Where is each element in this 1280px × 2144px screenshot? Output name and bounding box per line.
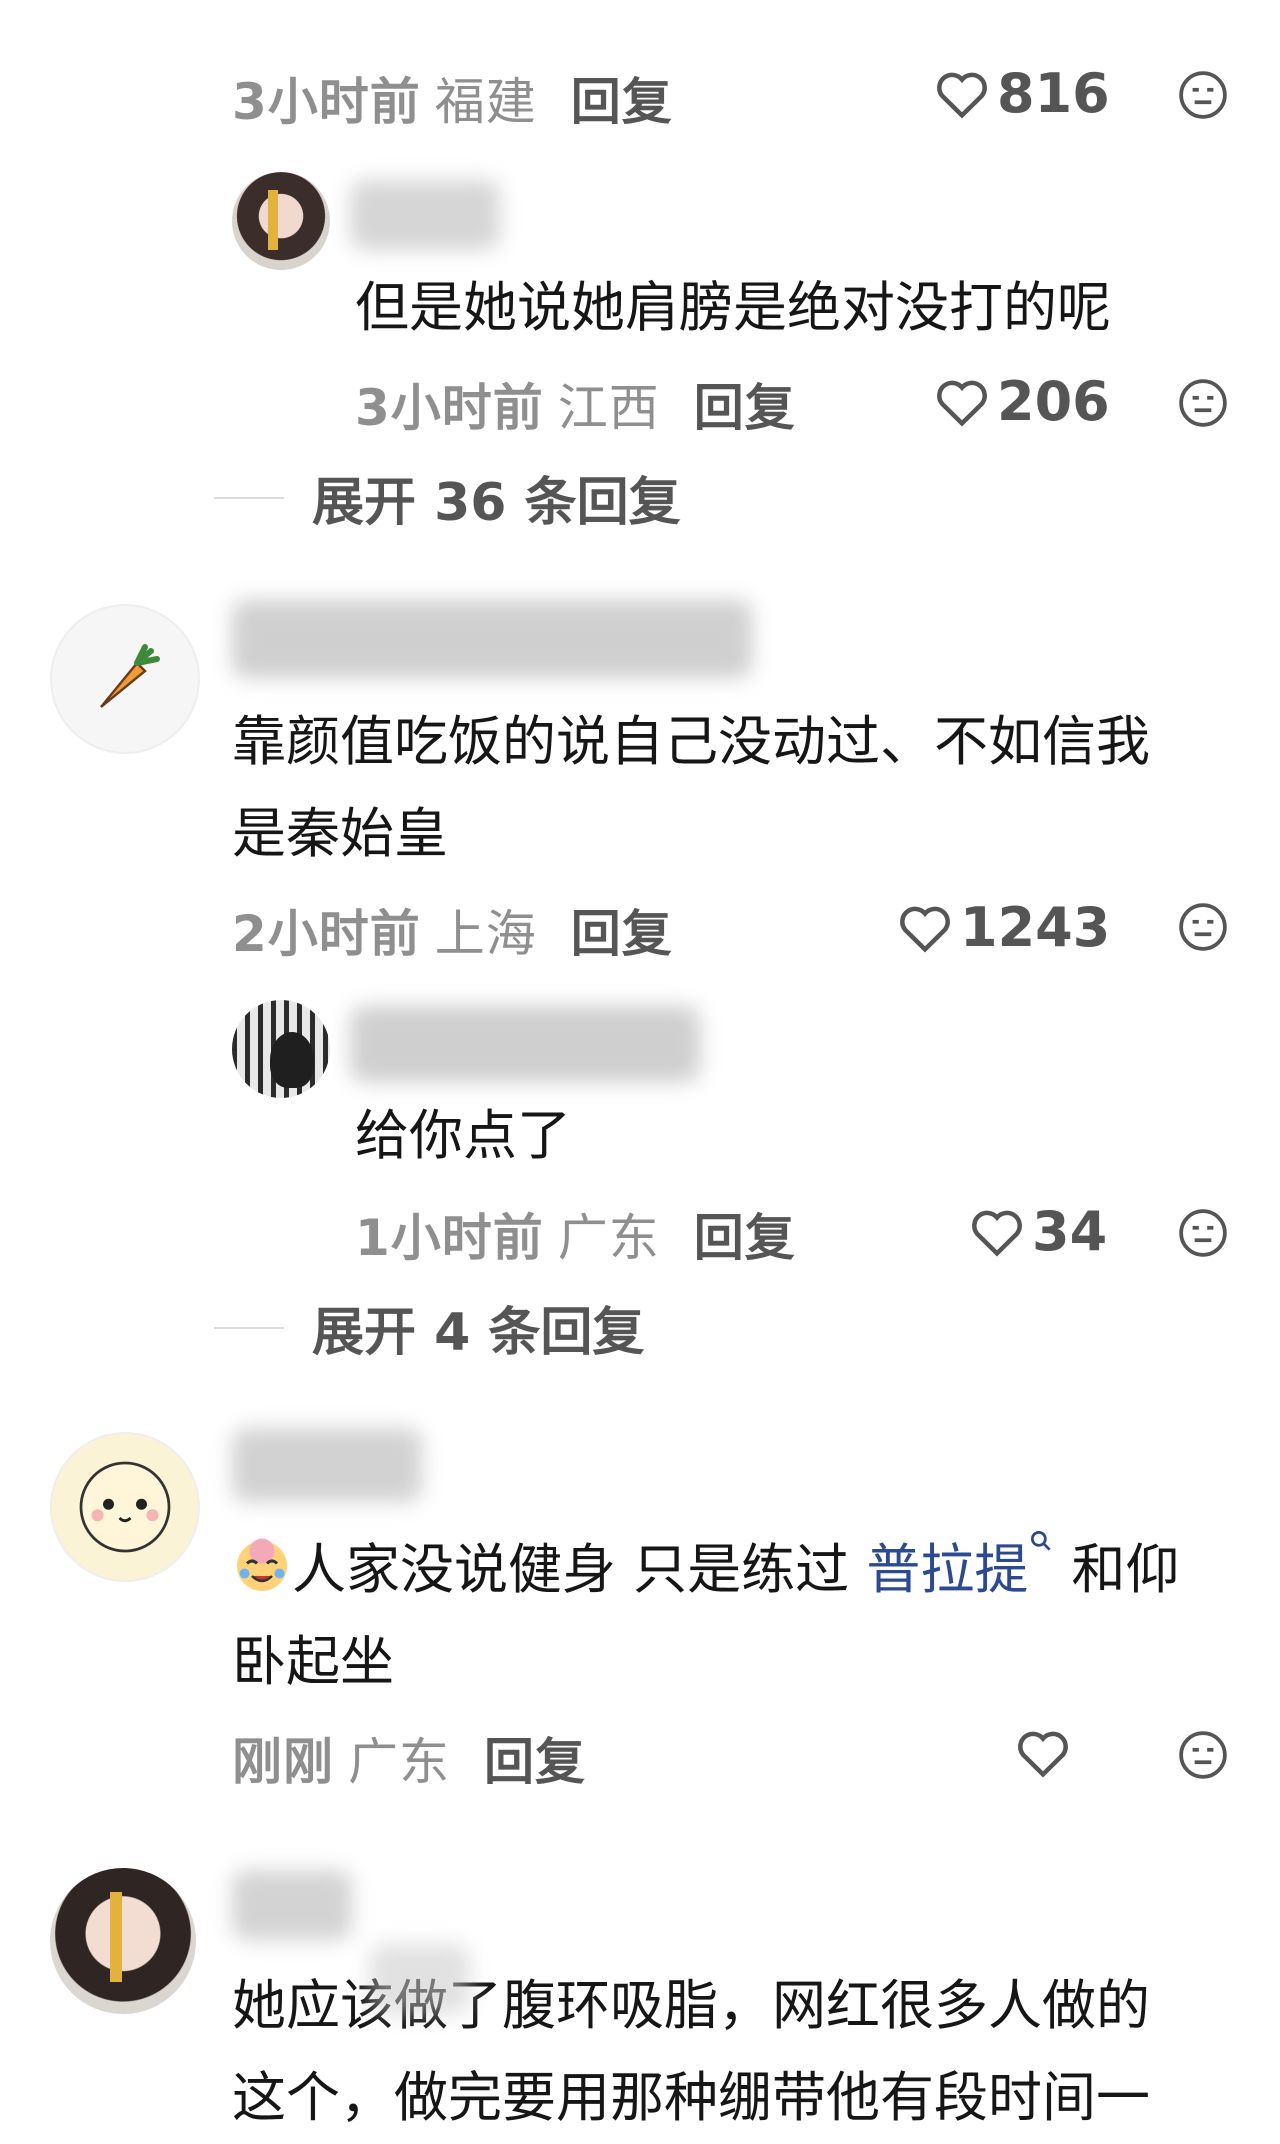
heart-outline-icon [972, 1210, 1022, 1257]
meh-face-icon[interactable] [1178, 1208, 1228, 1258]
avatar[interactable] [232, 172, 330, 270]
comment-meta: 2小时前 上海 回复 [232, 894, 673, 966]
comment-line: 靠颜值吃饭的说自己没动过、不如信我 [232, 710, 1150, 773]
comment-location: 上海 [434, 905, 537, 963]
reply-button[interactable]: 回复 [694, 1209, 796, 1267]
comment-location: 福建 [434, 73, 537, 131]
avatar[interactable] [50, 1432, 200, 1582]
reply-time: 1小时前 [355, 1209, 544, 1267]
avatar[interactable] [50, 604, 200, 754]
topic-link[interactable]: 普拉提 [866, 1538, 1028, 1601]
like-button[interactable]: 1243 [898, 896, 1110, 959]
divider [214, 1326, 284, 1329]
cartoon-face-icon [79, 1461, 171, 1553]
reply-meta: 3小时前 江西 回复 [355, 368, 796, 440]
meh-face-icon[interactable] [1178, 902, 1228, 952]
comment-time: 3小时前 [232, 73, 421, 131]
heart-outline-icon [1018, 1731, 1068, 1778]
like-button[interactable]: 816 [935, 62, 1110, 125]
comment-meta: 刚刚 广东 回复 [232, 1722, 586, 1794]
username-blurred [350, 1006, 700, 1082]
like-button[interactable]: 206 [935, 370, 1110, 433]
expand-label: 展开 4 条回复 [312, 1303, 645, 1363]
comment-line: 这个，做完要用那种绷带他有段时间一 [232, 2066, 1150, 2129]
expand-replies-button[interactable]: 展开 36 条回复 [214, 460, 681, 535]
expand-replies-button[interactable]: 展开 4 条回复 [214, 1290, 644, 1365]
comment-text: 人家没说健身 只是练过 普拉提 和仰 卧起坐 [232, 1524, 1242, 1708]
reply-meta: 1小时前 广东 回复 [355, 1198, 796, 1270]
comment-time: 刚刚 [232, 1733, 334, 1791]
reply-button[interactable]: 回复 [694, 379, 796, 437]
search-icon[interactable] [1028, 1528, 1054, 1554]
reply-button[interactable]: 回复 [484, 1733, 586, 1791]
reply-location: 江西 [557, 379, 660, 437]
like-count: 1243 [960, 896, 1111, 959]
heart-outline-icon [937, 380, 987, 427]
reply-text: 但是她说她肩膀是绝对没打的呢 [355, 276, 1111, 339]
like-count: 816 [997, 62, 1110, 125]
avatar[interactable] [232, 1000, 330, 1098]
reply-button[interactable]: 回复 [571, 73, 673, 131]
expand-label: 展开 36 条回复 [312, 473, 681, 533]
like-button[interactable]: 34 [970, 1200, 1107, 1263]
username-blurred [232, 1870, 352, 1940]
comment-time: 2小时前 [232, 905, 421, 963]
username-blurred [350, 180, 500, 250]
username-blurred [232, 600, 752, 678]
crying-emoji-icon [237, 1538, 287, 1591]
carrot-icon [100, 644, 160, 708]
meh-face-icon[interactable] [1178, 70, 1228, 120]
comment-text-part: 和仰 [1054, 1538, 1180, 1601]
comment-text-part: 人家没说健身 只是练过 [292, 1538, 867, 1601]
like-button[interactable] [1016, 1728, 1070, 1778]
comment-text: 靠颜值吃饭的说自己没动过、不如信我 是秦始皇 [232, 696, 1232, 880]
like-count: 34 [1032, 1200, 1108, 1263]
avatar[interactable] [50, 1868, 196, 2014]
reply-button[interactable]: 回复 [571, 905, 673, 963]
meh-face-icon[interactable] [1178, 1730, 1228, 1780]
reply-location: 广东 [557, 1209, 660, 1267]
comment-line: 卧起坐 [232, 1630, 394, 1693]
like-count: 206 [997, 370, 1110, 433]
username-blurred [232, 1428, 422, 1502]
heart-outline-icon [937, 72, 987, 119]
meh-face-icon[interactable] [1178, 378, 1228, 428]
comment-location: 广东 [348, 1733, 450, 1791]
comment-meta: 3小时前 福建 回复 [232, 62, 673, 134]
text-blurred-overlay [370, 1944, 470, 2014]
comment-line: 是秦始皇 [232, 802, 448, 865]
heart-outline-icon [900, 906, 950, 953]
reply-text: 给你点了 [355, 1104, 571, 1167]
comment-line: 人家没说健身 只是练过 普拉提 和仰 [232, 1524, 1242, 1616]
divider [214, 496, 284, 499]
reply-time: 3小时前 [355, 379, 544, 437]
